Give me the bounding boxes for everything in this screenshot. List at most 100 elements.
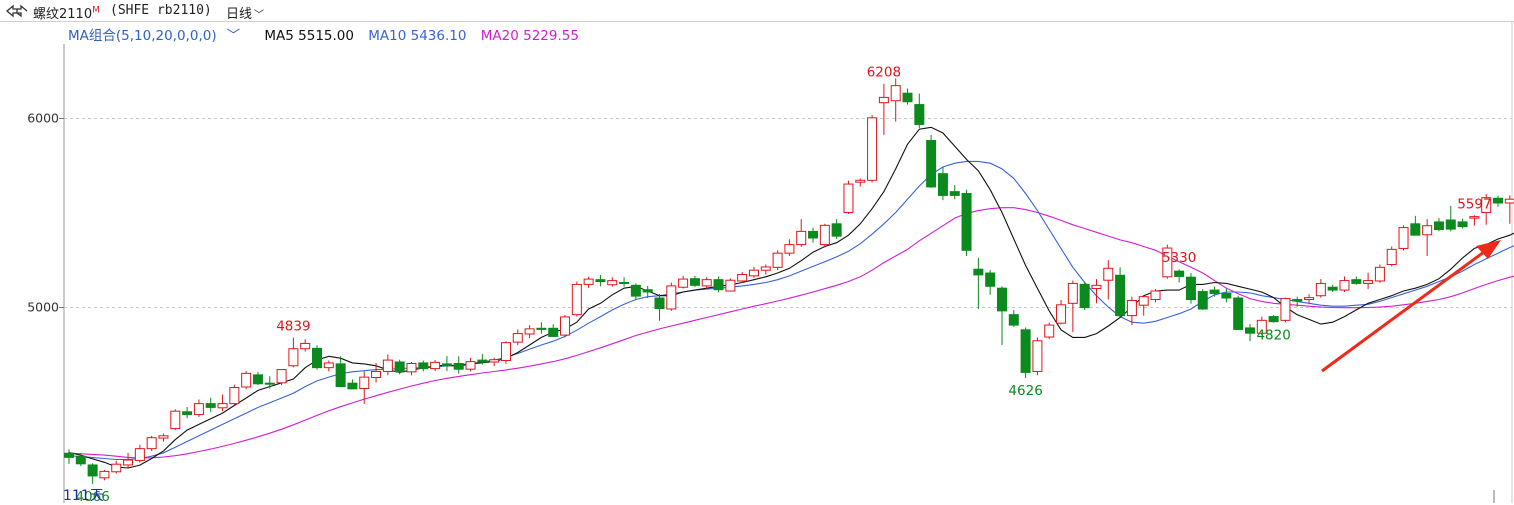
candle-body [158, 435, 169, 439]
candle-body [288, 348, 299, 367]
candle [371, 362, 382, 383]
period-selector[interactable]: 日线 ﹀ [226, 3, 264, 22]
candle [937, 167, 948, 201]
ma10-line [68, 160, 1514, 461]
candle [713, 276, 724, 293]
candle-body [914, 104, 925, 125]
candle-body [382, 359, 393, 372]
candle [158, 433, 169, 442]
candle-body [536, 327, 547, 330]
candle [548, 324, 559, 338]
candle-body [630, 284, 641, 297]
candle-body [1221, 292, 1232, 299]
candle [619, 277, 630, 287]
candle-body [666, 285, 677, 310]
candle-body [359, 376, 370, 389]
candle [1067, 280, 1078, 333]
candle [1504, 195, 1514, 224]
day-count-label: 111天 [63, 488, 104, 504]
candle [748, 266, 759, 278]
candle-body [252, 374, 263, 385]
candle-body [64, 452, 74, 458]
candle [843, 180, 854, 214]
candle-body [701, 279, 712, 287]
candle [654, 293, 665, 321]
candle-body [583, 278, 594, 285]
candle [276, 369, 287, 386]
candle [1493, 195, 1504, 207]
candle [524, 325, 535, 339]
candle-body [134, 448, 145, 461]
candle-body [300, 342, 311, 350]
candle-body [973, 268, 984, 276]
candle [1020, 327, 1031, 378]
candle-body [760, 266, 771, 271]
chevron-down-icon: ﹀ [254, 10, 265, 21]
candle-body [1493, 197, 1504, 204]
trend-arrow-shaft [1321, 250, 1485, 373]
candle-body [560, 316, 571, 336]
symbol-name-text: 螺纹2110 [33, 7, 93, 22]
candle [1445, 205, 1456, 232]
candle [1233, 295, 1244, 330]
candle [430, 360, 441, 372]
candle-body [1457, 221, 1468, 228]
candle-body [477, 359, 488, 363]
candle [359, 371, 370, 405]
candle [229, 384, 240, 406]
candle [323, 360, 334, 372]
candle-body [1504, 198, 1514, 204]
candle [264, 376, 275, 389]
candle-body [1292, 299, 1303, 302]
candle [312, 345, 323, 370]
symbol-name: 螺纹2110M [33, 3, 100, 22]
candle-body [1138, 296, 1149, 306]
candle-body [1233, 297, 1244, 330]
candle [1327, 284, 1338, 292]
candle [500, 341, 511, 364]
extreme-price-label: 4626 [1008, 383, 1042, 399]
candle [949, 185, 960, 200]
kline-chart[interactable]: 50006000 4066483962084626533048205597 [0, 22, 1514, 503]
candle-body [1445, 219, 1456, 230]
candle-body [1079, 283, 1090, 308]
candle [630, 283, 641, 300]
candle-body [1174, 270, 1185, 277]
candle-body [548, 327, 559, 337]
candle [1422, 219, 1433, 256]
candle-body [1209, 289, 1220, 294]
candle-body [1185, 276, 1196, 301]
candle-body [619, 281, 630, 284]
candle-body [878, 96, 889, 104]
candle-body [1386, 248, 1397, 266]
candle [1374, 264, 1385, 283]
candle [1150, 289, 1161, 303]
candle [241, 371, 252, 390]
candle-body [1103, 267, 1114, 281]
candle-body [843, 183, 854, 213]
candle-body [205, 403, 216, 408]
candle-body [867, 117, 878, 181]
candle [796, 219, 807, 247]
candle-body [1398, 227, 1409, 249]
candle [725, 278, 736, 292]
candle [217, 394, 228, 412]
candle-body [595, 279, 606, 283]
candle-body [737, 274, 748, 282]
candle [1433, 218, 1444, 232]
candle-body [276, 369, 287, 384]
candle-body [489, 359, 500, 363]
candle-body [985, 272, 996, 287]
candle [560, 315, 571, 338]
candle [252, 371, 263, 386]
candle [99, 469, 110, 481]
candle-body [831, 223, 842, 237]
candle-body [784, 244, 795, 254]
candle [335, 356, 346, 388]
candle-body [264, 382, 275, 385]
candle-body [796, 230, 807, 246]
switch-symbol-icon[interactable] [4, 2, 30, 20]
y-tick-label: 6000 [27, 111, 59, 126]
candle-body [961, 193, 972, 251]
candle-body [99, 470, 110, 479]
